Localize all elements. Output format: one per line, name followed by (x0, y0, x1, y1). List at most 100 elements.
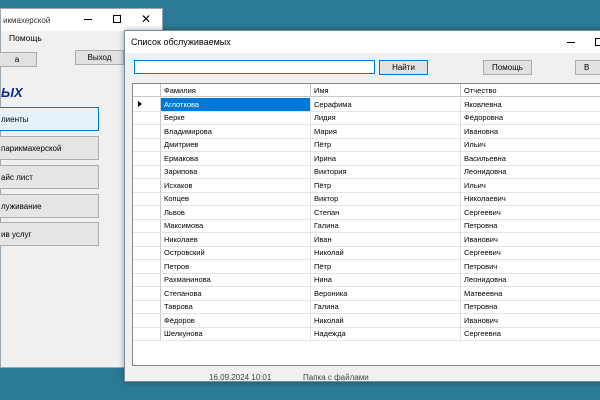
column-header-surname[interactable]: Фамилия (161, 84, 311, 96)
row-header[interactable] (133, 287, 161, 300)
row-header[interactable] (133, 138, 161, 151)
row-header[interactable] (133, 152, 161, 165)
table-row[interactable]: Копцев Виктор Николаевич (133, 192, 600, 206)
cell-name[interactable]: Степан (311, 206, 461, 219)
cell-patronymic[interactable]: Иванович (461, 233, 600, 246)
table-row[interactable]: Максимова Галина Петровна (133, 219, 600, 233)
cell-surname[interactable]: Островский (161, 246, 311, 259)
cell-name[interactable]: Лидия (311, 111, 461, 124)
help-button[interactable]: Помощь (483, 60, 532, 75)
cell-surname[interactable]: Николаев (161, 233, 311, 246)
cell-name[interactable]: Виктория (311, 165, 461, 178)
cell-patronymic[interactable]: Петровна (461, 220, 600, 233)
table-row[interactable]: Ермакова Ирина Васильевна (133, 152, 600, 166)
row-header[interactable] (133, 98, 161, 111)
cell-patronymic[interactable]: Леонидовна (461, 274, 600, 287)
cell-surname[interactable]: Аглоткова (161, 98, 311, 111)
cell-surname[interactable]: Берке (161, 111, 311, 124)
cell-patronymic[interactable]: Петрович (461, 260, 600, 273)
row-header[interactable] (133, 300, 161, 313)
table-row[interactable]: Николаев Иван Иванович (133, 233, 600, 247)
salon-button[interactable]: парикмахерской (0, 136, 99, 160)
cell-name[interactable]: Николай (311, 314, 461, 327)
row-header[interactable] (133, 273, 161, 286)
main-exit-button[interactable]: Выход (75, 50, 124, 65)
table-row[interactable]: Островский Николай Сергеевич (133, 246, 600, 260)
cell-surname[interactable]: Дмитриев (161, 138, 311, 151)
cell-patronymic[interactable]: Яковлевна (461, 98, 600, 111)
cell-patronymic[interactable]: Ивановна (461, 125, 600, 138)
cell-surname[interactable]: Владимирова (161, 125, 311, 138)
maximize-icon[interactable] (113, 15, 121, 23)
row-header[interactable] (133, 192, 161, 205)
table-row[interactable]: Аглоткова Серафима Яковлевна (133, 98, 600, 112)
row-header[interactable] (133, 206, 161, 219)
row-header[interactable] (133, 125, 161, 138)
row-header[interactable] (133, 111, 161, 124)
exit-button[interactable]: В (575, 60, 600, 75)
status-folder[interactable]: Папка с файлами (303, 373, 369, 382)
cell-surname[interactable]: Шелкунова (161, 327, 311, 340)
table-row[interactable]: Владимирова Мария Ивановна (133, 125, 600, 139)
cell-name[interactable]: Вероника (311, 287, 461, 300)
cell-patronymic[interactable]: Матвеевна (461, 287, 600, 300)
cell-patronymic[interactable]: Фёдоровна (461, 112, 600, 125)
minimize-icon[interactable] (567, 42, 575, 43)
cell-surname[interactable]: Львов (161, 206, 311, 219)
maximize-icon[interactable] (595, 38, 600, 46)
cell-patronymic[interactable]: Ильич (461, 139, 600, 152)
clients-grid[interactable]: Фамилия Имя Отчество Аглоткова Серафима Як… (132, 83, 600, 366)
cell-patronymic[interactable]: Петровна (461, 301, 600, 314)
row-header[interactable] (133, 260, 161, 273)
cell-name[interactable]: Виктор (311, 192, 461, 205)
cell-name[interactable]: Николай (311, 246, 461, 259)
cell-surname[interactable]: Таврова (161, 300, 311, 313)
row-header[interactable] (133, 246, 161, 259)
cell-name[interactable]: Пётр (311, 260, 461, 273)
table-row[interactable]: Львов Степан Сергеевич (133, 206, 600, 220)
table-row[interactable]: Степанова Вероника Матвеевна (133, 287, 600, 301)
cell-surname[interactable]: Степанова (161, 287, 311, 300)
clients-button[interactable]: лиенты (0, 107, 99, 131)
cell-patronymic[interactable]: Сергеевич (461, 247, 600, 260)
cell-name[interactable]: Серафима (311, 98, 461, 111)
cell-surname[interactable]: Фёдоров (161, 314, 311, 327)
cell-name[interactable]: Галина (311, 219, 461, 232)
table-row[interactable]: Исхаков Пётр Ильич (133, 179, 600, 193)
cell-name[interactable]: Пётр (311, 138, 461, 151)
table-row[interactable]: Шелкунова Надежда Сергеевна (133, 327, 600, 341)
service-button[interactable]: луживание (0, 194, 99, 218)
table-row[interactable]: Фёдоров Николай Иванович (133, 314, 600, 328)
cell-surname[interactable]: Исхаков (161, 179, 311, 192)
cell-name[interactable]: Мария (311, 125, 461, 138)
cell-patronymic[interactable]: Леонидовна (461, 166, 600, 179)
cell-patronymic[interactable]: Сергеевна (461, 328, 600, 341)
cell-surname[interactable]: Максимова (161, 219, 311, 232)
minimize-icon[interactable] (84, 19, 92, 20)
cell-surname[interactable]: Ермакова (161, 152, 311, 165)
cell-surname[interactable]: Копцев (161, 192, 311, 205)
row-header[interactable] (133, 327, 161, 340)
cell-surname[interactable]: Рахманинова (161, 273, 311, 286)
cell-patronymic[interactable]: Ильич (461, 179, 600, 192)
column-header-patronymic[interactable]: Отчество (461, 84, 600, 96)
cell-surname[interactable]: Зарипова (161, 165, 311, 178)
services-archive-button[interactable]: ив услуг (0, 222, 99, 246)
table-row[interactable]: Дмитриев Пётр Ильич (133, 138, 600, 152)
price-list-button[interactable]: айс лист (0, 165, 99, 189)
table-row[interactable]: Таврова Галина Петровна (133, 300, 600, 314)
main-left-button[interactable]: а (0, 52, 37, 67)
cell-patronymic[interactable]: Васильевна (461, 152, 600, 165)
search-input[interactable] (134, 60, 375, 74)
find-button[interactable]: Найти (379, 60, 428, 75)
cell-name[interactable]: Пётр (311, 179, 461, 192)
close-icon[interactable]: ✕ (141, 12, 151, 26)
cell-patronymic[interactable]: Иванович (461, 314, 600, 327)
cell-patronymic[interactable]: Сергеевич (461, 206, 600, 219)
table-row[interactable]: Берке Лидия Фёдоровна (133, 111, 600, 125)
cell-name[interactable]: Галина (311, 300, 461, 313)
column-header-name[interactable]: Имя (311, 84, 461, 96)
table-row[interactable]: Рахманинова Нина Леонидовна (133, 273, 600, 287)
cell-name[interactable]: Надежда (311, 327, 461, 340)
row-header[interactable] (133, 165, 161, 178)
